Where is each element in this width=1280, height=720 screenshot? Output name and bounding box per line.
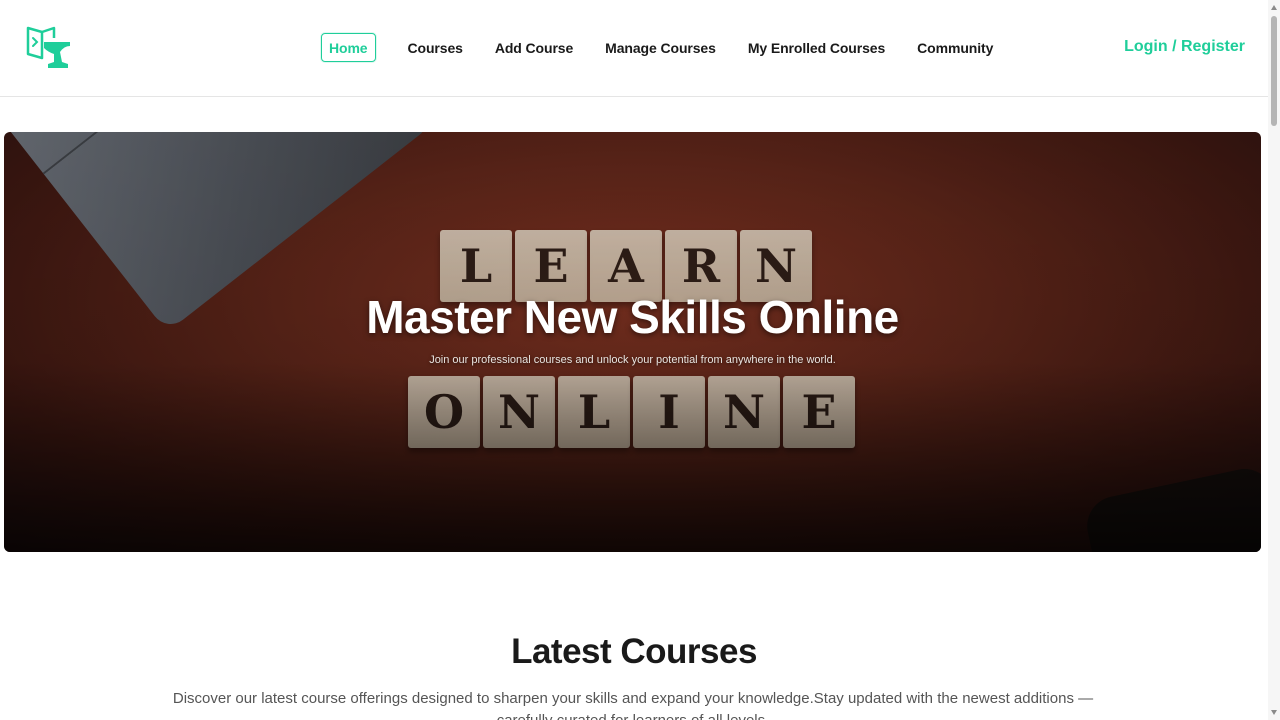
site-header: Home Courses Add Course Manage Courses M… bbox=[0, 0, 1268, 97]
hero-title: Master New Skills Online bbox=[366, 291, 899, 343]
scroll-thumb[interactable] bbox=[1271, 16, 1277, 126]
logo-icon[interactable] bbox=[24, 24, 74, 72]
nav-community[interactable]: Community bbox=[917, 40, 993, 56]
scroll-down-arrow-icon[interactable] bbox=[1271, 710, 1277, 715]
page-scrollbar[interactable] bbox=[1268, 0, 1280, 720]
main-nav: Home Courses Add Course Manage Courses M… bbox=[321, 33, 1025, 62]
hero-subtitle: Join our professional courses and unlock… bbox=[429, 354, 836, 366]
nav-manage-courses[interactable]: Manage Courses bbox=[605, 40, 716, 56]
latest-courses-description: Discover our latest course offerings des… bbox=[172, 690, 1094, 720]
latest-courses-title: Latest Courses bbox=[511, 632, 757, 671]
nav-my-enrolled-courses[interactable]: My Enrolled Courses bbox=[748, 40, 885, 56]
nav-add-course[interactable]: Add Course bbox=[495, 40, 573, 56]
nav-home[interactable]: Home bbox=[321, 33, 376, 62]
nav-courses[interactable]: Courses bbox=[408, 40, 463, 56]
hero-banner: L E A R N O N L I N E Master New Skills … bbox=[4, 132, 1261, 552]
login-register-link[interactable]: Login / Register bbox=[1124, 38, 1245, 56]
scroll-up-arrow-icon[interactable] bbox=[1271, 5, 1277, 10]
